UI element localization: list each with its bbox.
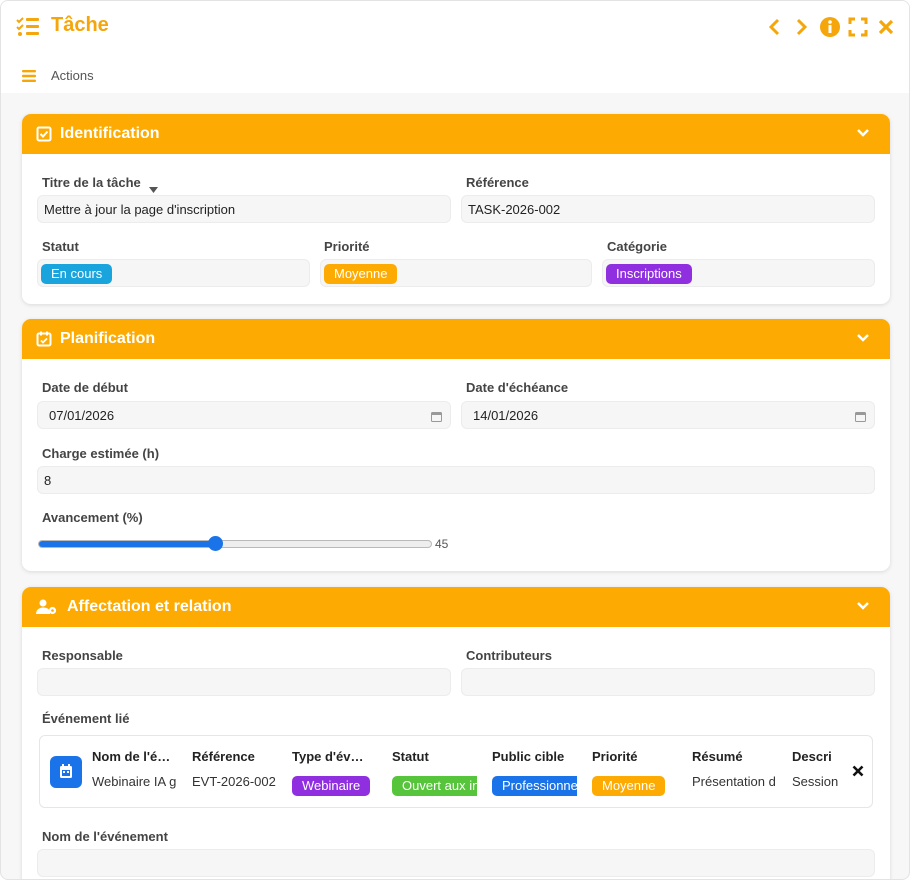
event-type-badge: Webinaire [292, 776, 371, 796]
actions-menu-label[interactable]: Actions [51, 68, 94, 83]
actions-bar[interactable]: Actions [1, 53, 909, 93]
planification-title: Planification [60, 330, 156, 347]
col-header-type: Type d'év… [292, 749, 364, 764]
col-header-reference: Référence [192, 749, 255, 764]
event-public-cell: Professionnels [492, 776, 577, 796]
identification-title: Identification [60, 125, 160, 142]
planification-panel: Planification Date de début 07/01/2026 D… [22, 319, 890, 571]
window-title: Tâche [51, 14, 109, 36]
chevron-down-icon[interactable] [856, 331, 870, 345]
avancement-value: 45 [435, 537, 449, 551]
debut-date-input[interactable]: 07/01/2026 [37, 401, 451, 429]
checklist-icon [16, 16, 40, 38]
categorie-field[interactable]: Inscriptions [602, 259, 875, 287]
close-icon[interactable] [875, 15, 897, 39]
contributeurs-label: Contributeurs [466, 648, 552, 663]
col-header-nom: Nom de l'é… [92, 749, 171, 764]
charge-label: Charge estimée (h) [42, 446, 160, 461]
categorie-badge: Inscriptions [606, 264, 692, 284]
echeance-value: 14/01/2026 [473, 408, 539, 423]
nom-evenement-field[interactable] [37, 849, 875, 877]
echeance-label: Date d'échéance [466, 380, 569, 395]
fullscreen-icon[interactable] [847, 15, 869, 39]
titre-label: Titre de la tâche [42, 175, 141, 190]
event-statut-cell: Ouvert aux in [392, 776, 477, 796]
task-window: Tâche Actions Identification Titre de la… [0, 0, 910, 880]
calendar-icon[interactable] [431, 410, 442, 422]
charge-field[interactable]: 8 [37, 466, 875, 494]
statut-label: Statut [42, 239, 79, 254]
calendar-icon[interactable] [855, 410, 866, 422]
event-description: Session [792, 774, 838, 789]
next-icon[interactable] [791, 15, 813, 39]
event-priorite-badge: Moyenne [592, 776, 666, 796]
planification-header[interactable]: Planification [22, 319, 890, 359]
contributeurs-field[interactable] [461, 668, 875, 696]
event-reference: EVT-2026-002 [192, 774, 276, 789]
priorite-field[interactable]: Moyenne [320, 259, 592, 287]
calendar-check-icon [36, 331, 52, 347]
event-statut-badge: Ouvert aux in [392, 776, 477, 796]
info-icon[interactable] [819, 15, 841, 39]
titre-field[interactable]: Mettre à jour la page d'inscription [37, 195, 451, 223]
checkbox-icon [36, 126, 52, 142]
event-type-cell: Webinaire [292, 776, 371, 796]
slider-fill [39, 541, 217, 547]
user-gear-icon [36, 599, 58, 615]
event-nom: Webinaire IA g [92, 774, 177, 789]
categorie-label: Catégorie [607, 239, 667, 254]
title-bar: Tâche [1, 1, 909, 53]
debut-label: Date de début [42, 380, 128, 395]
previous-icon[interactable] [763, 15, 785, 39]
reference-label: Référence [466, 175, 529, 190]
nom-evenement-label: Nom de l'événement [42, 829, 168, 844]
remove-event-icon[interactable] [852, 764, 864, 777]
echeance-date-input[interactable]: 14/01/2026 [461, 401, 875, 429]
affectation-panel: Affectation et relation Responsable Cont… [22, 587, 890, 879]
event-public-badge: Professionnels [492, 776, 577, 796]
col-header-public: Public cible [492, 749, 565, 764]
identification-header[interactable]: Identification [22, 114, 890, 154]
avancement-label: Avancement (%) [42, 510, 143, 525]
reference-field[interactable]: TASK-2026-002 [461, 195, 875, 223]
window-controls [763, 15, 897, 39]
col-header-statut: Statut [392, 749, 429, 764]
linked-event-card[interactable]: Nom de l'é… Référence Type d'év… Statut … [39, 735, 873, 808]
slider-handle[interactable] [207, 536, 223, 551]
col-header-description: Descri [792, 749, 832, 764]
affectation-title: Affectation et relation [67, 598, 232, 615]
evenement-label: Événement lié [42, 711, 130, 726]
col-header-resume: Résumé [692, 749, 743, 764]
event-resume: Présentation d [692, 774, 776, 789]
statut-field[interactable]: En cours [37, 259, 310, 287]
affectation-header[interactable]: Affectation et relation [22, 587, 890, 627]
chevron-down-icon[interactable] [856, 126, 870, 140]
priorite-label: Priorité [324, 239, 370, 254]
responsable-field[interactable] [37, 668, 451, 696]
menu-icon[interactable] [22, 69, 36, 82]
responsable-label: Responsable [42, 648, 123, 663]
event-calendar-icon [50, 756, 82, 788]
col-header-priorite: Priorité [592, 749, 638, 764]
priorite-badge: Moyenne [324, 264, 398, 284]
statut-badge: En cours [41, 264, 113, 284]
event-priorite-cell: Moyenne [592, 776, 666, 796]
chevron-down-icon[interactable] [856, 599, 870, 613]
identification-panel: Identification Titre de la tâche Mettre … [22, 114, 890, 304]
avancement-slider[interactable] [38, 540, 432, 548]
debut-value: 07/01/2026 [49, 408, 115, 423]
